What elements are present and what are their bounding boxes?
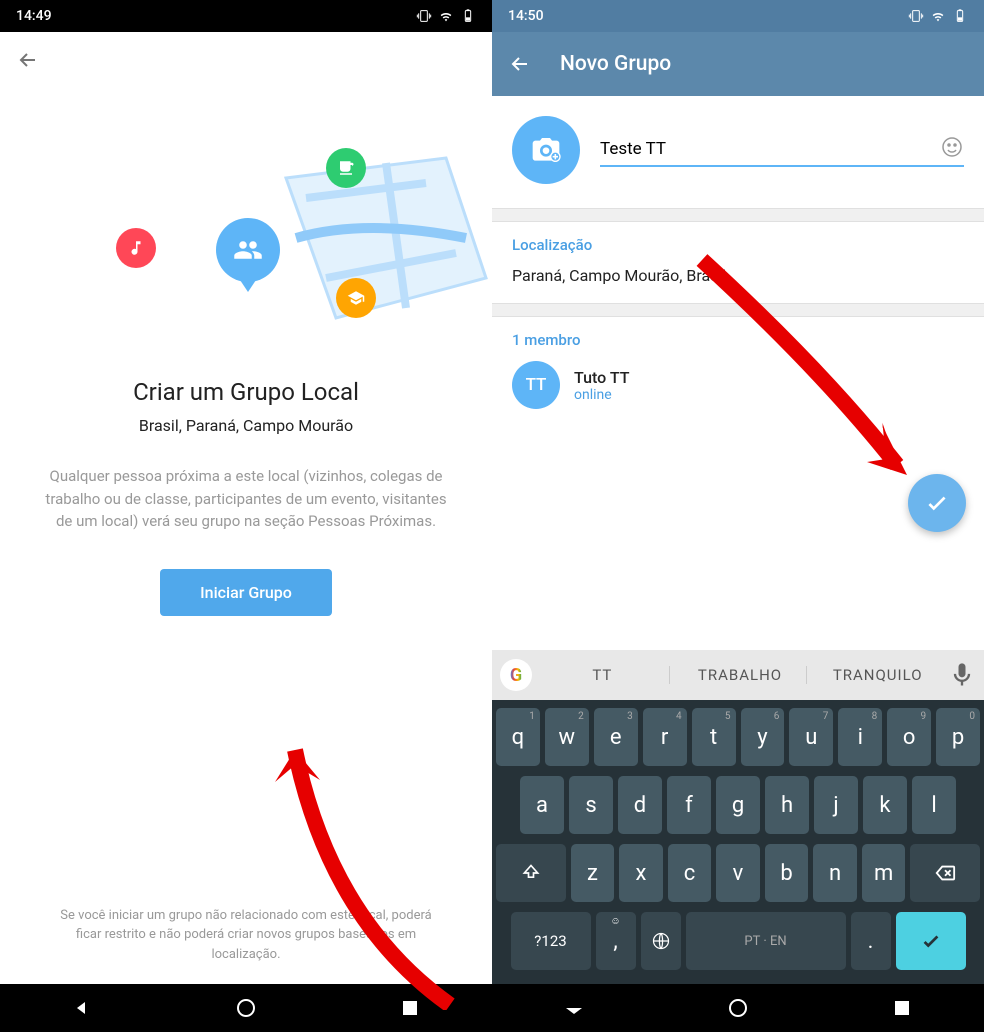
pin-school-icon [336, 278, 376, 318]
key-l[interactable]: l [912, 776, 956, 834]
status-bar: 14:49 [0, 0, 492, 32]
key-o[interactable]: o9 [887, 708, 931, 766]
back-arrow-icon[interactable] [16, 48, 40, 72]
divider [492, 303, 984, 317]
nav-home-icon[interactable] [234, 996, 258, 1020]
members-label: 1 membro [512, 331, 964, 349]
key-v[interactable]: v [716, 844, 760, 902]
vibrate-icon [908, 8, 924, 24]
key-x[interactable]: x [619, 844, 663, 902]
back-bar [0, 32, 492, 88]
key-a[interactable]: a [520, 776, 564, 834]
suggestion-item[interactable]: TRANQUILO [811, 666, 944, 684]
page-title: Criar um Grupo Local [133, 378, 359, 406]
key-n[interactable]: n [813, 844, 857, 902]
key-m[interactable]: m [862, 844, 906, 902]
key-p[interactable]: p0 [936, 708, 980, 766]
pin-people-icon [216, 218, 280, 282]
battery-icon [952, 8, 968, 24]
key-u[interactable]: u7 [789, 708, 833, 766]
status-time: 14:50 [508, 8, 544, 24]
pin-music-icon [116, 228, 156, 268]
group-name-input[interactable] [600, 133, 964, 167]
status-bar: 14:50 [492, 0, 984, 32]
backspace-key[interactable] [910, 844, 980, 902]
suggestion-bar: G TT TRABALHO TRANQUILO [492, 650, 984, 700]
key-g[interactable]: g [716, 776, 760, 834]
location-subtitle: Brasil, Paraná, Campo Mourão [139, 416, 353, 435]
back-arrow-icon[interactable] [508, 52, 532, 76]
battery-icon [460, 8, 476, 24]
nav-recent-icon[interactable] [890, 996, 914, 1020]
space-key[interactable]: PT · EN [686, 912, 846, 970]
key-r[interactable]: r4 [643, 708, 687, 766]
group-name-section [492, 96, 984, 208]
numbers-key[interactable]: ?123 [511, 912, 591, 970]
navbar [492, 984, 984, 1032]
key-e[interactable]: e3 [594, 708, 638, 766]
avatar: TT [512, 361, 560, 409]
mic-icon[interactable] [948, 661, 976, 689]
appbar-title: Novo Grupo [560, 52, 671, 76]
member-status: online [574, 387, 629, 403]
status-time: 14:49 [16, 8, 52, 24]
appbar: Novo Grupo [492, 32, 984, 96]
key-z[interactable]: z [571, 844, 615, 902]
camera-icon [530, 134, 562, 166]
key-j[interactable]: j [814, 776, 858, 834]
pin-coffee-icon [326, 148, 366, 188]
suggestion-item[interactable]: TRABALHO [674, 666, 808, 684]
key-w[interactable]: w2 [545, 708, 589, 766]
key-b[interactable]: b [765, 844, 809, 902]
vibrate-icon [416, 8, 432, 24]
globe-key[interactable] [641, 912, 681, 970]
keyboard: G TT TRABALHO TRANQUILO q1w2e3r4t5y6u7i8… [492, 650, 984, 984]
navbar [0, 984, 492, 1032]
start-group-button[interactable]: Iniciar Grupo [160, 569, 332, 616]
key-q[interactable]: q1 [496, 708, 540, 766]
footer-note: Se você iniciar um grupo não relacionado… [30, 906, 462, 965]
check-icon [924, 490, 950, 516]
shift-key[interactable] [496, 844, 566, 902]
location-value: Paraná, Campo Mourão, Brasil [512, 266, 964, 285]
nav-back-icon[interactable] [562, 996, 586, 1020]
suggestion-item[interactable]: TT [536, 666, 670, 684]
enter-key[interactable] [896, 912, 966, 970]
key-d[interactable]: d [618, 776, 662, 834]
divider [492, 208, 984, 222]
key-k[interactable]: k [863, 776, 907, 834]
nav-back-icon[interactable] [70, 996, 94, 1020]
member-name: Tuto TT [574, 368, 629, 387]
group-photo-button[interactable] [512, 116, 580, 184]
member-row[interactable]: TT Tuto TT online [512, 361, 964, 409]
emoji-icon[interactable] [940, 135, 964, 159]
nav-recent-icon[interactable] [398, 996, 422, 1020]
key-h[interactable]: h [765, 776, 809, 834]
key-s[interactable]: s [569, 776, 613, 834]
wifi-icon [930, 8, 946, 24]
key-c[interactable]: c [668, 844, 712, 902]
map-illustration [116, 138, 376, 338]
members-section: 1 membro TT Tuto TT online [492, 317, 984, 427]
period-key[interactable]: . [851, 912, 891, 970]
location-label: Localização [512, 236, 964, 254]
status-icons [416, 8, 476, 24]
wifi-icon [438, 8, 454, 24]
confirm-fab[interactable] [908, 474, 966, 532]
comma-key[interactable]: ,☺ [596, 912, 636, 970]
location-section[interactable]: Localização Paraná, Campo Mourão, Brasil [492, 222, 984, 303]
google-icon[interactable]: G [500, 659, 532, 691]
key-t[interactable]: t5 [692, 708, 736, 766]
key-i[interactable]: i8 [838, 708, 882, 766]
key-y[interactable]: y6 [741, 708, 785, 766]
status-icons [908, 8, 968, 24]
nav-home-icon[interactable] [726, 996, 750, 1020]
key-f[interactable]: f [667, 776, 711, 834]
description-text: Qualquer pessoa próxima a este local (vi… [30, 465, 462, 533]
